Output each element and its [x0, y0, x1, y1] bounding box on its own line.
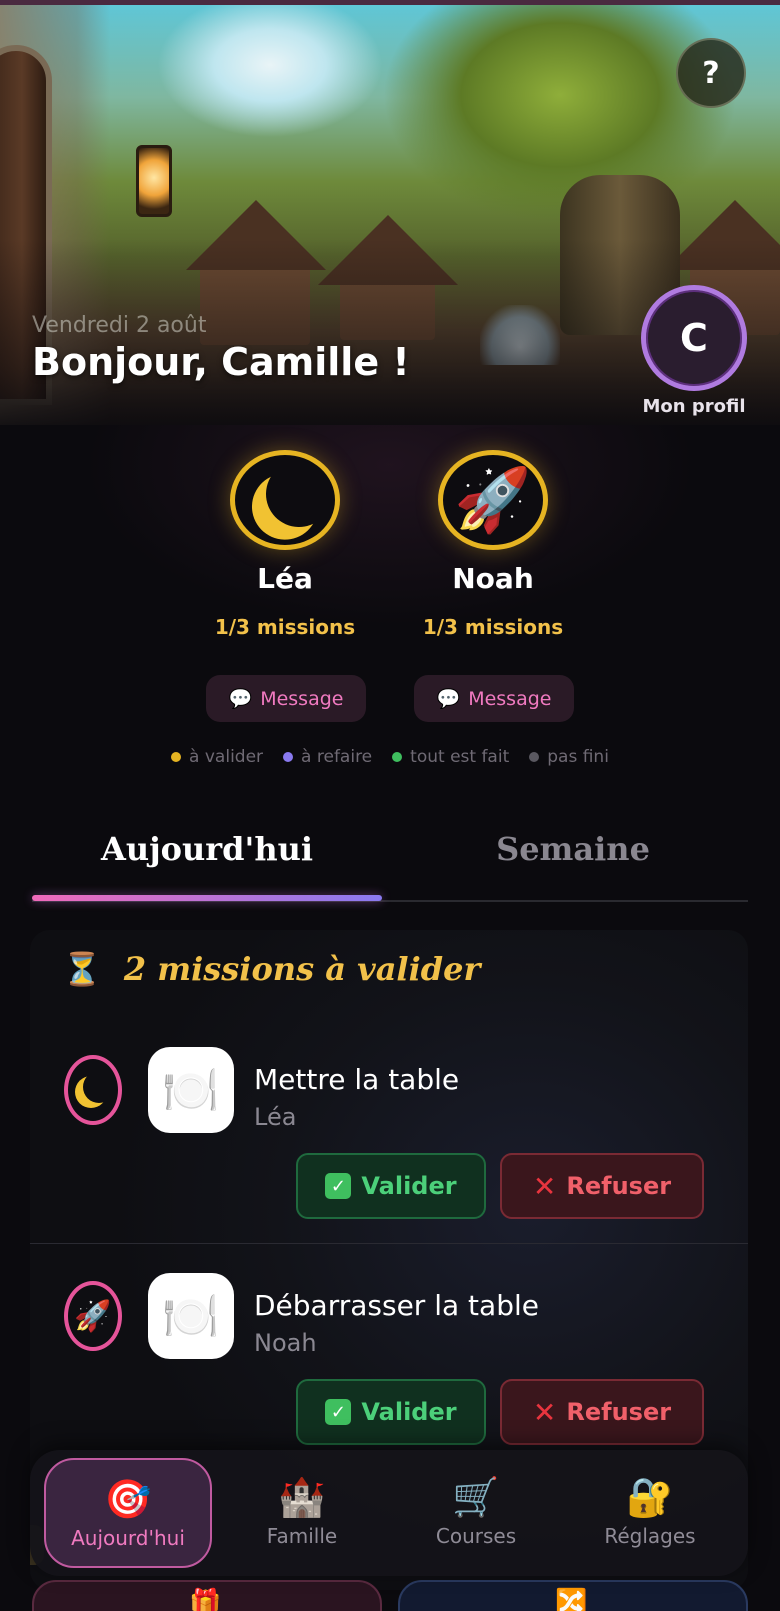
- profile-label[interactable]: Mon profil: [618, 396, 770, 417]
- validate-button[interactable]: ✓ Valider: [296, 1379, 486, 1445]
- bottom-navigation: 🎯 Aujourd'hui 🏰 Famille 🛒 Courses 🔐 Régl…: [30, 1450, 748, 1576]
- message-button-noah[interactable]: 💬 Message: [414, 675, 574, 722]
- child-card-noah[interactable]: 🚀 Noah 1/3 missions: [408, 450, 578, 639]
- cart-icon: 🛒: [452, 1475, 500, 1519]
- speech-bubble-icon: 💬: [228, 688, 253, 710]
- active-tab-indicator: [32, 895, 382, 901]
- hourglass-icon: ⏳: [62, 950, 102, 988]
- rocket-icon: 🚀: [454, 463, 532, 536]
- mission-row: 🚀 🍽️ Débarrasser la table Noah ✓ Valider…: [30, 1259, 748, 1469]
- pending-section-header: ⏳ 2 missions à valider: [62, 950, 480, 988]
- child-name: Noah: [452, 562, 534, 595]
- nav-label: Famille: [266, 1524, 338, 1548]
- nav-item-settings[interactable]: 🔐 Réglages: [566, 1458, 734, 1568]
- shuffle-icon: 🔀: [555, 1588, 588, 1611]
- message-label: Message: [468, 687, 552, 710]
- child-card-lea[interactable]: Léa 1/3 missions: [200, 450, 370, 639]
- nav-label: Courses: [435, 1524, 517, 1548]
- child-avatar[interactable]: [230, 450, 340, 550]
- pending-title: 2 missions à valider: [123, 950, 481, 988]
- divider: [30, 1243, 748, 1244]
- tab-today[interactable]: Aujourd'hui: [32, 830, 382, 868]
- mission-row: 🍽️ Mettre la table Léa ✓ Valider ✕ Refus…: [30, 1033, 748, 1243]
- refuse-button[interactable]: ✕ Refuser: [500, 1379, 704, 1445]
- nav-label: Aujourd'hui: [71, 1526, 185, 1550]
- child-progress: 1/3 missions: [422, 615, 564, 639]
- status-legend: à valider à refaire tout est fait pas fi…: [0, 747, 780, 767]
- message-label: Message: [260, 687, 344, 710]
- legend-dot: [392, 752, 403, 762]
- target-icon: 🎯: [104, 1477, 152, 1521]
- check-icon: ✓: [325, 1173, 352, 1199]
- cross-icon: ✕: [532, 1395, 557, 1429]
- legend-item: tout est fait: [392, 747, 509, 767]
- nav-item-family[interactable]: 🏰 Famille: [218, 1458, 386, 1568]
- castle-icon: 🏰: [278, 1475, 326, 1519]
- validate-button[interactable]: ✓ Valider: [296, 1153, 486, 1219]
- tab-week[interactable]: Semaine: [398, 830, 748, 868]
- mission-kid: Noah: [254, 1329, 317, 1357]
- mission-title: Débarrasser la table: [254, 1289, 539, 1322]
- nav-item-today[interactable]: 🎯 Aujourd'hui: [44, 1458, 212, 1568]
- legend-item: à valider: [171, 747, 263, 767]
- check-icon: ✓: [325, 1399, 352, 1425]
- kid-badge: 🚀: [64, 1281, 122, 1351]
- nav-label: Réglages: [604, 1524, 696, 1548]
- speech-bubble-icon: 💬: [436, 688, 461, 710]
- cross-icon: ✕: [532, 1169, 557, 1203]
- moon-icon: [261, 456, 337, 532]
- child-progress: 1/3 missions: [214, 615, 356, 639]
- help-button[interactable]: ?: [676, 38, 746, 108]
- mission-kid: Léa: [254, 1103, 297, 1131]
- kid-badge: [64, 1055, 122, 1125]
- moon-icon: [83, 1071, 115, 1103]
- children-section: Léa 1/3 missions 🚀 Noah 1/3 missions 💬 M…: [0, 425, 780, 785]
- lock-icon: 🔐: [626, 1475, 674, 1519]
- legend-dot: [283, 752, 294, 762]
- mission-title: Mettre la table: [254, 1063, 460, 1096]
- peek-card-shuffle[interactable]: 🔀: [398, 1580, 748, 1611]
- message-button-lea[interactable]: 💬 Message: [206, 675, 366, 722]
- legend-dot: [171, 752, 182, 762]
- dishes-icon: 🍽️: [148, 1273, 234, 1359]
- plate-icon: 🍽️: [148, 1047, 234, 1133]
- child-avatar[interactable]: 🚀: [438, 450, 548, 550]
- child-name: Léa: [257, 562, 313, 595]
- refuse-button[interactable]: ✕ Refuser: [500, 1153, 704, 1219]
- legend-dot: [529, 752, 540, 762]
- rocket-icon: 🚀: [74, 1298, 112, 1334]
- profile-avatar[interactable]: C: [641, 285, 747, 391]
- view-tabs: Aujourd'hui Semaine: [32, 822, 748, 902]
- nav-item-shopping[interactable]: 🛒 Courses: [392, 1458, 560, 1568]
- legend-item: à refaire: [283, 747, 372, 767]
- current-date: Vendredi 2 août: [32, 313, 207, 338]
- gift-icon: 🎁: [189, 1588, 222, 1611]
- greeting-title: Bonjour, Camille !: [32, 340, 410, 384]
- legend-item: pas fini: [529, 747, 609, 767]
- peek-card-rewards[interactable]: 🎁: [32, 1580, 382, 1611]
